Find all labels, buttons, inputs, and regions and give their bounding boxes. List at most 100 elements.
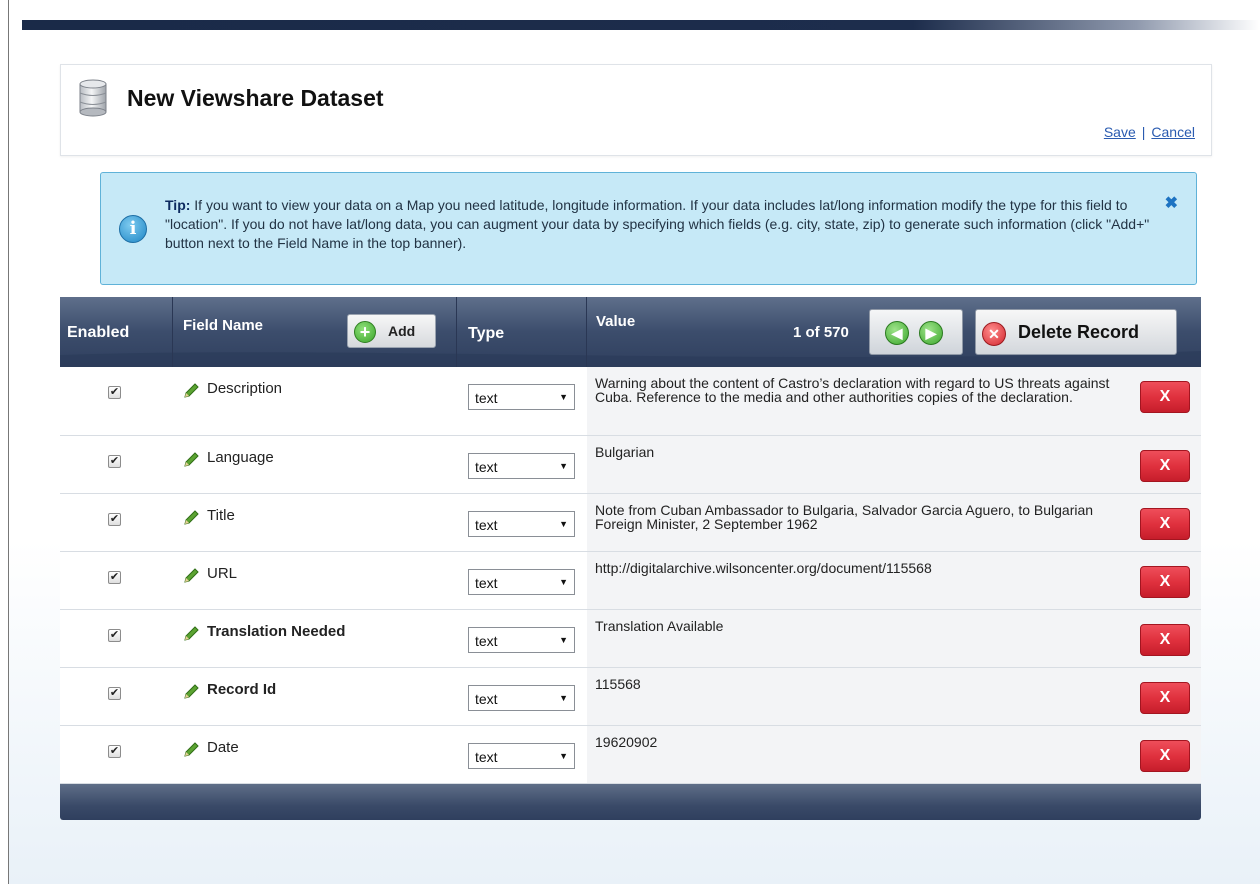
field-name-label: Title <box>207 507 235 524</box>
field-name-cell: Translation Needed <box>173 610 457 667</box>
database-icon <box>79 79 107 117</box>
value-text: 115568 <box>595 676 641 692</box>
field-name-label: Language <box>207 449 274 466</box>
value-text: Bulgarian <box>595 444 655 460</box>
enabled-checkbox[interactable]: ✔ <box>108 455 121 468</box>
chevron-down-icon: ▼ <box>559 577 568 587</box>
field-name-cell: Date <box>173 726 457 783</box>
page-title: New Viewshare Dataset <box>127 85 384 111</box>
save-link[interactable]: Save <box>1104 124 1136 140</box>
chevron-down-icon: ▼ <box>559 693 568 703</box>
fields-grid: Enabled Field Name + Add Type Value 1 of… <box>60 297 1201 784</box>
tip-message: If you want to view your data on a Map y… <box>165 197 1150 251</box>
close-tip-icon[interactable]: ✖ <box>1165 193 1178 213</box>
pencil-icon[interactable] <box>182 509 200 527</box>
value-cell: Warning about the content of Castro’s de… <box>587 367 1201 435</box>
chevron-down-icon: ▼ <box>559 519 568 529</box>
x-circle-icon: ✕ <box>982 322 1006 346</box>
type-select-value: text <box>475 459 498 475</box>
type-select[interactable]: text ▼ <box>468 511 575 537</box>
dataset-header: New Viewshare Dataset Save | Cancel <box>60 64 1212 156</box>
add-field-button[interactable]: + Add <box>347 314 436 348</box>
type-cell: text ▼ <box>457 610 587 667</box>
value-text: Note from Cuban Ambassador to Bulgaria, … <box>595 502 1094 532</box>
type-select[interactable]: text ▼ <box>468 627 575 653</box>
type-select-value: text <box>475 633 498 649</box>
value-cell: Note from Cuban Ambassador to Bulgaria, … <box>587 494 1201 551</box>
top-banner <box>22 20 1260 30</box>
type-select-value: text <box>475 691 498 707</box>
table-row: ✔ Title text ▼ Note from Cuban Ambassado… <box>60 494 1201 552</box>
delete-field-button[interactable]: X <box>1140 740 1190 772</box>
delete-field-button[interactable]: X <box>1140 381 1190 413</box>
col-enabled: Enabled <box>60 297 173 367</box>
col-type: Type <box>457 297 587 367</box>
value-text: 19620902 <box>595 734 658 750</box>
chevron-down-icon: ▼ <box>559 392 568 402</box>
chevron-down-icon: ▼ <box>559 751 568 761</box>
table-row: ✔ Date text ▼ 19620902 X <box>60 726 1201 784</box>
grid-body: ✔ Description text ▼ Warning about the c… <box>60 367 1201 784</box>
arrow-right-icon[interactable]: ▶ <box>919 321 943 345</box>
pencil-icon[interactable] <box>182 625 200 643</box>
enabled-checkbox[interactable]: ✔ <box>108 571 121 584</box>
enabled-checkbox[interactable]: ✔ <box>108 513 121 526</box>
pencil-icon[interactable] <box>182 683 200 701</box>
type-select-value: text <box>475 575 498 591</box>
pencil-icon[interactable] <box>182 451 200 469</box>
type-cell: text ▼ <box>457 367 587 435</box>
info-icon: i <box>119 215 147 243</box>
type-select-value: text <box>475 390 498 406</box>
delete-field-button[interactable]: X <box>1140 566 1190 598</box>
type-select[interactable]: text ▼ <box>468 569 575 595</box>
type-select[interactable]: text ▼ <box>468 453 575 479</box>
field-name-label: Description <box>207 380 283 397</box>
arrow-left-icon[interactable]: ◀ <box>885 321 909 345</box>
enabled-checkbox[interactable]: ✔ <box>108 386 121 399</box>
enabled-cell: ✔ <box>60 367 173 435</box>
header-actions: Save | Cancel <box>1104 124 1195 140</box>
type-select[interactable]: text ▼ <box>468 384 575 410</box>
link-separator: | <box>1141 124 1146 140</box>
delete-field-button[interactable]: X <box>1140 624 1190 656</box>
field-name-cell: Record Id <box>173 668 457 725</box>
field-name-cell: Language <box>173 436 457 493</box>
chevron-down-icon: ▼ <box>559 461 568 471</box>
value-cell: 115568 X <box>587 668 1201 725</box>
pencil-icon[interactable] <box>182 382 200 400</box>
field-name-label: URL <box>207 565 238 582</box>
pencil-icon[interactable] <box>182 567 200 585</box>
record-counter: 1 of 570 <box>793 324 849 341</box>
enabled-checkbox[interactable]: ✔ <box>108 745 121 758</box>
delete-field-button[interactable]: X <box>1140 508 1190 540</box>
add-field-label: Add <box>388 323 416 339</box>
col-enabled-label: Enabled <box>67 324 130 341</box>
value-text: Translation Available <box>595 618 724 634</box>
value-cell: Bulgarian X <box>587 436 1201 493</box>
table-row: ✔ URL text ▼ http://digitalarchive.wilso… <box>60 552 1201 610</box>
field-name-label: Date <box>207 739 239 756</box>
table-row: ✔ Translation Needed text ▼ Translation … <box>60 610 1201 668</box>
pencil-icon[interactable] <box>182 741 200 759</box>
enabled-cell: ✔ <box>60 494 173 551</box>
field-name-label: Record Id <box>207 681 277 698</box>
record-navigation: ◀ ▶ <box>869 309 963 355</box>
enabled-cell: ✔ <box>60 668 173 725</box>
enabled-cell: ✔ <box>60 610 173 667</box>
delete-field-button[interactable]: X <box>1140 682 1190 714</box>
type-cell: text ▼ <box>457 726 587 783</box>
type-select[interactable]: text ▼ <box>468 685 575 711</box>
tip-text: Tip: If you want to view your data on a … <box>165 196 1165 253</box>
enabled-checkbox[interactable]: ✔ <box>108 687 121 700</box>
table-row: ✔ Description text ▼ Warning about the c… <box>60 367 1201 436</box>
delete-record-button[interactable]: ✕ Delete Record <box>975 309 1177 355</box>
delete-field-button[interactable]: X <box>1140 450 1190 482</box>
enabled-checkbox[interactable]: ✔ <box>108 629 121 642</box>
value-text: http://digitalarchive.wilsoncenter.org/d… <box>595 560 932 576</box>
value-cell: Translation Available X <box>587 610 1201 667</box>
type-select-value: text <box>475 749 498 765</box>
tip-label: Tip: <box>165 197 191 213</box>
type-select[interactable]: text ▼ <box>468 743 575 769</box>
cancel-link[interactable]: Cancel <box>1151 124 1195 140</box>
enabled-cell: ✔ <box>60 552 173 609</box>
